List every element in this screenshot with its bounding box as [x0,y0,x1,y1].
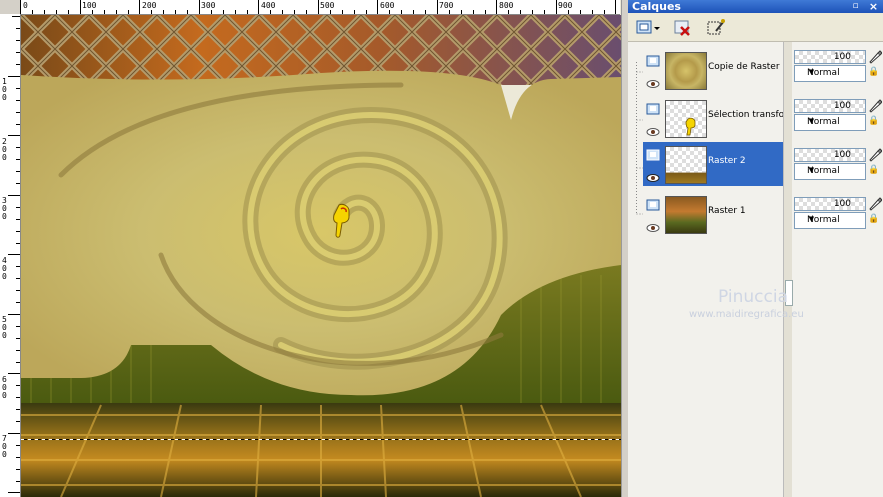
panel-title-bar: Calques ▫ × [628,0,883,13]
opacity-slider[interactable]: 100 [794,99,866,113]
blend-mode-select[interactable]: Normal ▼ [794,114,866,131]
layer-type-icon [646,196,660,211]
blend-mode-select[interactable]: Normal ▼ [794,212,866,229]
layer-name: Copie de Raster 1 [708,62,784,72]
opacity-slider[interactable]: 100 [794,197,866,211]
layer-row[interactable]: Sélection transform [643,96,784,140]
layer-type-icon [646,100,660,115]
layer-name: Raster 1 [708,206,746,216]
chevron-down-icon: ▼ [808,215,815,223]
image-canvas[interactable] [21,15,621,497]
layer-thumbnail [665,196,707,234]
panel-title: Calques [632,0,681,13]
brush-icon[interactable] [868,196,883,211]
close-icon[interactable]: × [868,1,879,12]
layer-thumbnail [665,52,707,90]
layer-row[interactable]: Copie de Raster 1 [643,48,784,92]
blend-mode-select[interactable]: Normal ▼ [794,65,866,82]
opacity-value: 100 [833,101,851,111]
layer-props-row: 100 Normal ▼ 🔒 [794,144,883,186]
eye-icon[interactable] [646,218,660,232]
pin-icon[interactable]: ▫ [850,1,861,12]
chevron-down-icon: ▼ [808,117,815,125]
new-layer-button[interactable] [633,16,661,40]
opacity-slider[interactable]: 100 [794,148,866,162]
layers-panel: Calques ▫ × Copie de Raster 1 Sélection … [628,0,883,497]
delete-layer-icon[interactable] [671,16,695,40]
eye-icon[interactable] [646,74,660,88]
layer-row-selected[interactable]: Raster 2 [643,142,783,186]
horizontal-ruler: 0 100 200 300 400 500 600 700 800 900 [20,0,620,15]
opacity-value: 100 [833,52,851,62]
layers-tree: Copie de Raster 1 Sélection transform Ra… [628,42,788,497]
blend-mode-select[interactable]: Normal ▼ [794,163,866,180]
layer-name: Raster 2 [708,156,746,166]
chevron-down-icon: ▼ [808,166,815,174]
lock-icon[interactable]: 🔒 [868,214,880,226]
layer-props-row: 100 Normal ▼ 🔒 [794,193,883,235]
ruler-corner [0,0,21,15]
layers-toolbar [628,13,883,42]
layer-props-row: 100 Normal ▼ 🔒 [794,46,883,88]
brush-icon[interactable] [868,49,883,64]
layer-type-icon [646,52,660,67]
watermark-name: Pinuccia [718,287,788,307]
opacity-slider[interactable]: 100 [794,50,866,64]
mask-icon[interactable] [703,16,727,40]
eye-icon[interactable] [646,122,660,136]
opacity-value: 100 [833,199,851,209]
panel-scrollbar[interactable] [783,42,793,497]
canvas-area[interactable]: 0 100 200 300 400 500 600 700 800 900 1 … [0,0,629,497]
watermark-url: www.maidiregrafica.eu [689,309,804,320]
brush-icon[interactable] [868,98,883,113]
layer-thumbnail [665,100,707,138]
layer-type-icon [646,146,660,161]
layer-name: Sélection transform [708,110,784,120]
vertical-ruler: 1 0 0 2 0 0 3 0 0 4 0 0 5 0 0 6 0 0 7 0 … [0,14,21,497]
layer-props-row: 100 Normal ▼ 🔒 [794,95,883,137]
layer-row[interactable]: Raster 1 [643,192,783,236]
lock-icon[interactable]: 🔒 [868,116,880,128]
chevron-down-icon: ▼ [808,68,815,76]
layer-properties: 100 Normal ▼ 🔒 100 Normal ▼ 🔒 100 Normal ▼ … [790,42,883,497]
lock-icon[interactable]: 🔒 [868,67,880,79]
brush-icon[interactable] [868,147,883,162]
lock-icon[interactable]: 🔒 [868,165,880,177]
eye-icon[interactable] [646,168,660,182]
layer-thumbnail [665,146,707,184]
opacity-value: 100 [833,150,851,160]
